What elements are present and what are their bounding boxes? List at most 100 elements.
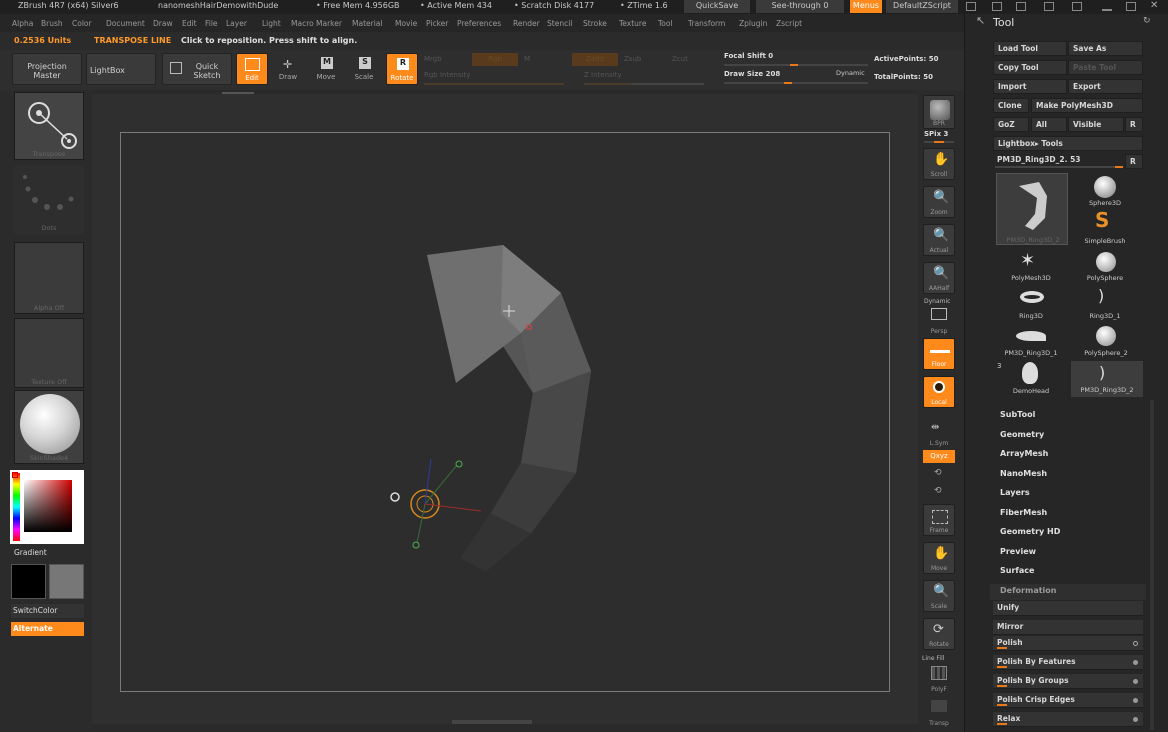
menu-marker[interactable]: Marker	[316, 19, 342, 28]
viewport-rotate-button[interactable]: ⟳ Rotate	[923, 618, 955, 650]
copy-tool-button[interactable]: Copy Tool	[993, 60, 1067, 75]
surface-section[interactable]: Surface	[1000, 566, 1034, 575]
arraymesh-section[interactable]: ArrayMesh	[1000, 449, 1048, 458]
zadd-button[interactable]: Zadd	[572, 53, 618, 66]
projection-master-button[interactable]: Projection Master	[12, 53, 82, 85]
scale-button[interactable]: S Scale	[348, 53, 380, 85]
unify-button[interactable]: Unify	[993, 601, 1143, 616]
line-fill-toggle[interactable]: Line Fill	[922, 655, 944, 662]
menu-stroke[interactable]: Stroke	[583, 19, 607, 28]
menu-texture[interactable]: Texture	[619, 19, 646, 28]
sphere3d-thumb[interactable]	[1094, 176, 1116, 198]
canvas-scroll-handle[interactable]	[452, 720, 532, 724]
ring3d-1-thumb[interactable]: )	[1098, 286, 1104, 305]
draw-size-slider[interactable]: Draw Size 208	[724, 70, 780, 78]
menu-edit[interactable]: Edit	[182, 19, 197, 28]
polish-crisp-edges-slider[interactable]: Polish Crisp Edges	[993, 693, 1143, 708]
minimize-icon[interactable]	[1102, 2, 1112, 11]
zcut-button[interactable]: Zcut	[672, 55, 688, 63]
floor-button[interactable]: Floor	[923, 338, 955, 370]
frame-button[interactable]: Frame	[923, 504, 955, 536]
polish-crisp-edges-toggle-icon[interactable]	[1133, 698, 1138, 703]
nanomesh-section[interactable]: NanoMesh	[1000, 469, 1047, 478]
lightbox-button[interactable]: LightBox	[86, 53, 156, 85]
menu-document[interactable]: Document	[106, 19, 145, 28]
menu-material[interactable]: Material	[352, 19, 382, 28]
simplebrush-thumb[interactable]: S	[1095, 208, 1109, 232]
help-icon[interactable]	[966, 2, 976, 11]
save-icon[interactable]	[1072, 2, 1082, 11]
stroke-button[interactable]: Dots	[14, 166, 84, 234]
polish-toggle-icon[interactable]	[1133, 641, 1138, 646]
current-tool-track[interactable]	[995, 166, 1123, 168]
current-tool-r-button[interactable]: R	[1125, 154, 1143, 169]
ring-mesh[interactable]	[121, 133, 891, 693]
menus-button[interactable]: Menus	[850, 0, 882, 13]
polyf-button[interactable]: PolyF	[923, 662, 955, 694]
menu-transform[interactable]: Transform	[688, 19, 725, 28]
menu-color[interactable]: Color	[72, 19, 92, 28]
make-polymesh-button[interactable]: Make PolyMesh3D	[1031, 98, 1143, 113]
pm3d-ring3d-1-thumb[interactable]	[1016, 331, 1046, 341]
save-as-button[interactable]: Save As	[1068, 41, 1143, 56]
demohead-thumb[interactable]	[1022, 362, 1038, 384]
tool-pin-icon[interactable]: ↖	[976, 14, 985, 27]
polysphere-2-thumb[interactable]	[1096, 326, 1116, 346]
relax-toggle-icon[interactable]	[1133, 717, 1138, 722]
hue-strip[interactable]	[13, 473, 20, 541]
menu-light[interactable]: Light	[262, 19, 281, 28]
menu-movie[interactable]: Movie	[395, 19, 417, 28]
subtool-section[interactable]: SubTool	[1000, 410, 1035, 419]
m-button[interactable]: M	[524, 55, 530, 63]
menu-draw[interactable]: Draw	[153, 19, 173, 28]
move-button[interactable]: M Move	[310, 53, 342, 85]
layers-section[interactable]: Layers	[1000, 488, 1030, 497]
focal-shift-slider[interactable]: Focal Shift 0	[724, 52, 773, 60]
menu-render[interactable]: Render	[513, 19, 540, 28]
geometry-hd-section[interactable]: Geometry HD	[1000, 527, 1060, 536]
bpr-button[interactable]: BPR	[923, 95, 955, 129]
secondary-color-swatch[interactable]	[49, 564, 84, 599]
draw-button[interactable]: ✛ Draw	[272, 53, 304, 85]
relax-slider[interactable]: Relax	[993, 712, 1143, 727]
pm3d-ring3d-2-thumb[interactable]: ) PM3D_Ring3D_2	[1071, 361, 1143, 397]
viewport[interactable]	[92, 94, 918, 724]
close-icon[interactable]: ✕	[1150, 0, 1158, 11]
z-intensity-track[interactable]	[584, 83, 704, 85]
layout-icon[interactable]	[992, 2, 1002, 11]
goz-r-button[interactable]: R	[1125, 117, 1143, 132]
goz-visible-button[interactable]: Visible	[1068, 117, 1124, 132]
maximize-icon[interactable]	[1126, 2, 1136, 11]
polish-slider[interactable]: Polish	[993, 636, 1143, 651]
preview-section[interactable]: Preview	[1000, 547, 1036, 556]
viewport-scale-button[interactable]: 🔍 Scale	[923, 580, 955, 612]
spix-slider[interactable]: SPix 3	[924, 130, 948, 138]
switchcolor-button[interactable]: SwitchColor	[11, 604, 84, 618]
window-icon[interactable]	[1044, 2, 1054, 11]
zsub-button[interactable]: Zsub	[624, 55, 641, 63]
menu-zscript[interactable]: Zscript	[776, 19, 802, 28]
saturation-square[interactable]	[24, 480, 72, 532]
goz-all-button[interactable]: All	[1031, 117, 1067, 132]
clone-button[interactable]: Clone	[993, 98, 1029, 113]
alternate-button[interactable]: Alternate	[11, 622, 84, 636]
y-rotate-icon[interactable]: ⟲	[934, 468, 942, 478]
gradient-toggle[interactable]: Gradient	[14, 548, 47, 557]
polymesh3d-thumb[interactable]: ✶	[1020, 250, 1035, 271]
rgb-intensity-slider[interactable]: Rgb Intensity	[424, 71, 470, 79]
actual-button[interactable]: 🔍 Actual	[923, 224, 955, 256]
polish-by-features-slider[interactable]: Polish By Features	[993, 655, 1143, 670]
menu-layer[interactable]: Layer	[226, 19, 247, 28]
zoom-button[interactable]: 🔍 Zoom	[923, 186, 955, 218]
local-button[interactable]: Local	[923, 376, 955, 408]
focal-shift-track[interactable]	[724, 64, 868, 66]
polish-by-features-toggle-icon[interactable]	[1133, 660, 1138, 665]
paste-tool-button[interactable]: Paste Tool	[1068, 60, 1143, 75]
mrgb-button[interactable]: Mrgb	[424, 55, 442, 63]
rgb-button[interactable]: Rgb	[472, 53, 518, 66]
lightbox-tools-button[interactable]: Lightbox▸ Tools	[993, 136, 1143, 151]
load-tool-button[interactable]: Load Tool	[993, 41, 1067, 56]
material-button[interactable]: SkinShade4	[14, 390, 84, 464]
z-intensity-slider[interactable]: Z Intensity	[584, 71, 622, 79]
menu-tool[interactable]: Tool	[658, 19, 673, 28]
